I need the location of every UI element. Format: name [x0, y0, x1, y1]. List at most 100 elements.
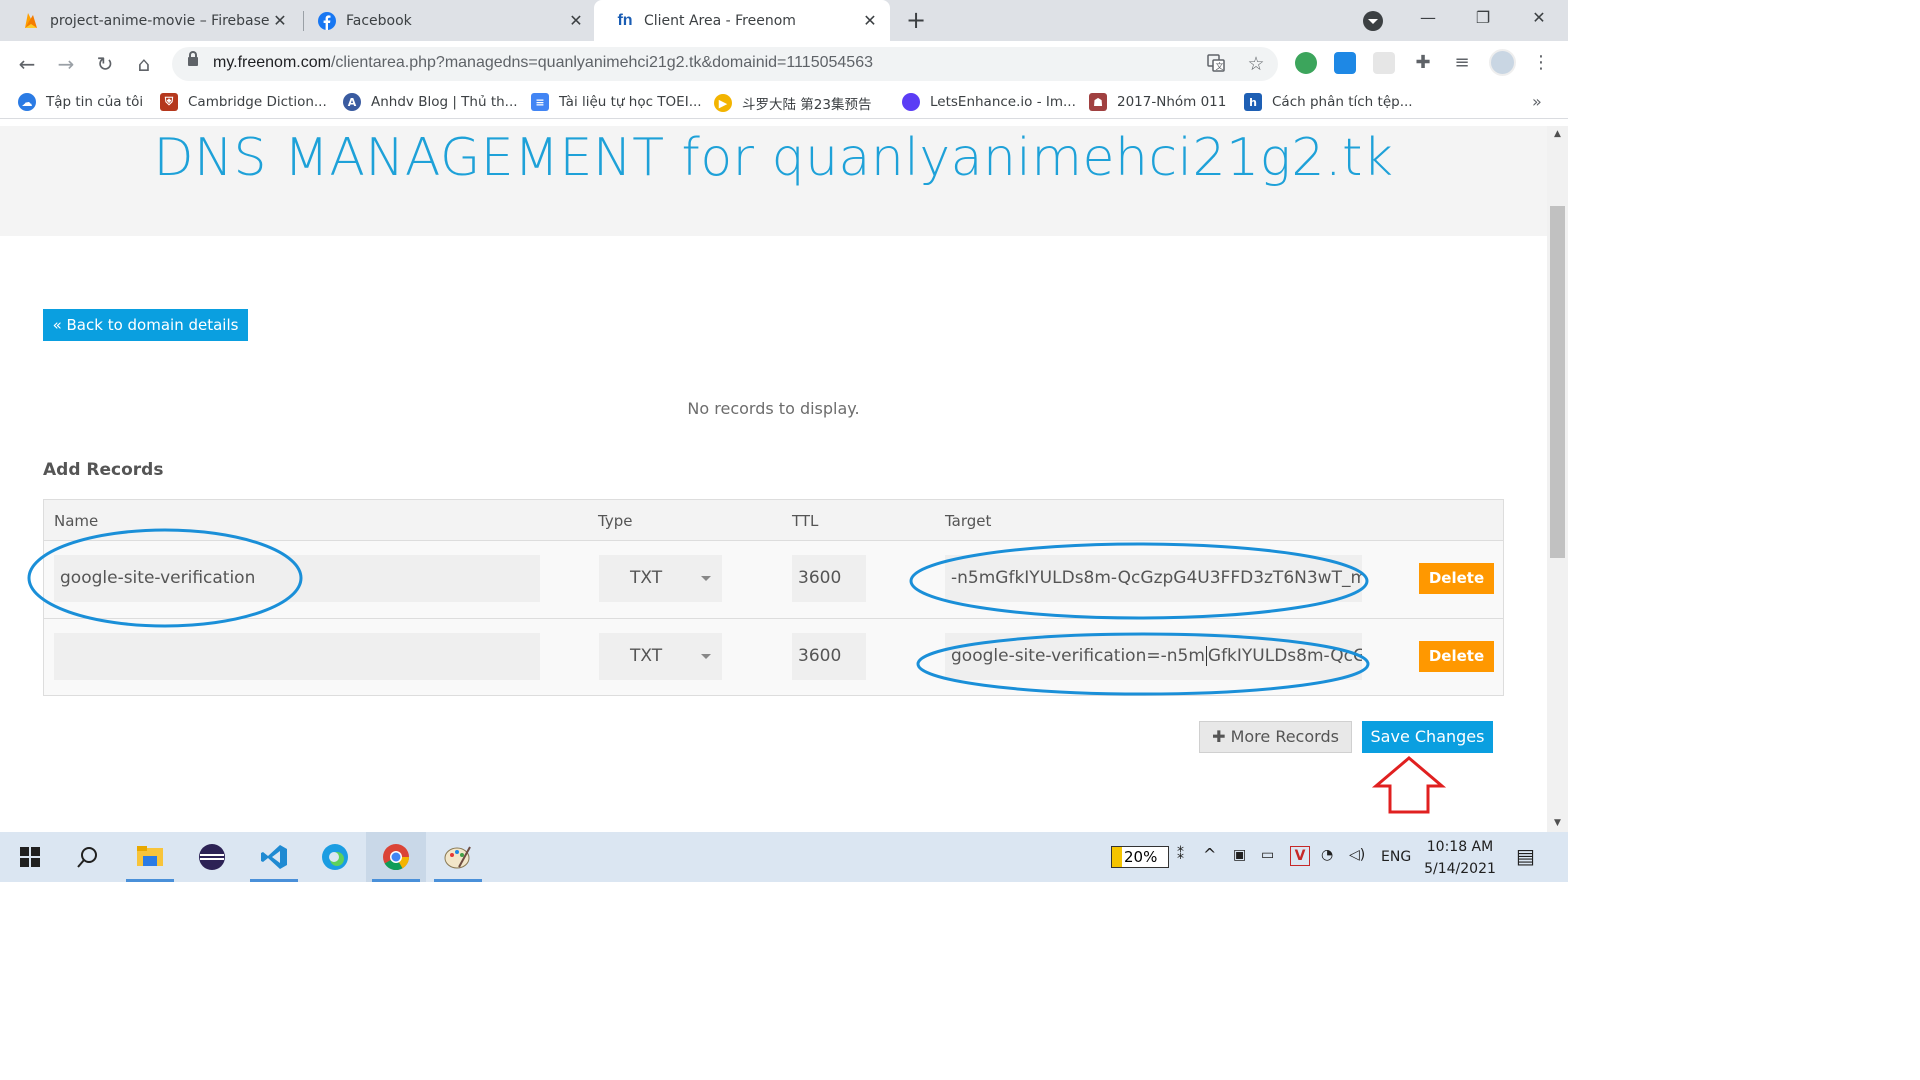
- system-clock[interactable]: 10:18 AM 5/14/2021: [1418, 836, 1502, 880]
- restore-icon[interactable]: ❐: [1471, 8, 1495, 27]
- record-target-input[interactable]: -n5mGfkIYULDs8m-QcGzpG4U3FFD3zT6N3wT_mOI: [945, 555, 1362, 602]
- tray-volume-icon[interactable]: ◁): [1349, 847, 1365, 863]
- tab-facebook[interactable]: Facebook ✕: [296, 0, 596, 41]
- tray-meet-icon[interactable]: ▣: [1233, 847, 1246, 863]
- cambridge-shield-icon: ⛨: [160, 93, 178, 111]
- tray-wifi-icon[interactable]: ◔: [1321, 847, 1333, 863]
- more-records-button[interactable]: ✚ More Records: [1199, 721, 1352, 753]
- scroll-up-icon[interactable]: ▲: [1547, 126, 1568, 143]
- tray-network-activity-icon[interactable]: ⁑: [1177, 847, 1184, 863]
- bookmark-item[interactable]: h Cách phân tích tệp...: [1244, 93, 1413, 111]
- notification-center-icon[interactable]: ▤: [1516, 844, 1535, 868]
- bookmark-item[interactable]: LetsEnhance.io - Im...: [902, 93, 1076, 111]
- translate-icon[interactable]: 文: [1206, 54, 1226, 74]
- address-bar[interactable]: my.freenom.com/clientarea.php?managedns=…: [172, 47, 1278, 81]
- scroll-down-icon[interactable]: ▼: [1547, 815, 1568, 832]
- bookmark-item[interactable]: ⛨ Cambridge Diction...: [160, 93, 327, 111]
- record-type-select[interactable]: TXT: [599, 555, 722, 602]
- battery-indicator[interactable]: 20%: [1111, 846, 1169, 868]
- close-icon[interactable]: ✕: [272, 11, 288, 30]
- target-text-before-cursor: google-site-verification=-n5m: [951, 646, 1205, 666]
- bookmark-label: Tài liệu tự học TOEI...: [559, 94, 702, 110]
- target-text-after-cursor: GfkIYULDs8m-QcGzpG: [1207, 646, 1362, 666]
- extension-grey-icon[interactable]: [1373, 52, 1395, 74]
- bookmark-label: Cambridge Diction...: [188, 94, 327, 110]
- windows-taskbar: ⁑ ^ ▣ ▭ V ◔ ◁) ENG ▤: [0, 832, 1568, 882]
- clock-time: 10:18 AM: [1426, 839, 1494, 855]
- freenom-icon: fn: [617, 11, 633, 29]
- page-viewport: DNS MANAGEMENT for quanlyanimehci21g2.tk…: [0, 126, 1547, 832]
- eclipse-icon[interactable]: [182, 832, 242, 882]
- column-header-type: Type: [598, 512, 633, 530]
- clock-date: 5/14/2021: [1424, 861, 1496, 877]
- firebase-icon: [22, 12, 40, 30]
- reload-icon[interactable]: ↻: [92, 51, 118, 77]
- paint-icon[interactable]: [428, 832, 488, 882]
- search-icon[interactable]: [58, 832, 118, 882]
- media-control-icon[interactable]: ≡: [1451, 52, 1473, 74]
- scrollbar-thumb[interactable]: [1550, 206, 1565, 558]
- new-tab-button[interactable]: +: [902, 7, 930, 35]
- bookmark-item[interactable]: ≡ Tài liệu tự học TOEI...: [531, 93, 702, 111]
- tab-freenom[interactable]: fn Client Area - Freenom ✕: [594, 0, 890, 41]
- record-name-input[interactable]: google-site-verification: [54, 555, 540, 602]
- tray-battery-icon[interactable]: ▭: [1261, 847, 1274, 863]
- vscode-icon[interactable]: [244, 832, 304, 882]
- chrome-icon[interactable]: [366, 832, 426, 882]
- windows-start-icon[interactable]: [0, 832, 60, 882]
- tray-vietkey-icon[interactable]: V: [1290, 846, 1310, 866]
- delete-record-button[interactable]: Delete: [1419, 641, 1494, 672]
- tray-chevron-up-icon[interactable]: ^: [1203, 845, 1216, 864]
- text-cursor: [1205, 646, 1207, 666]
- back-to-domain-details-button[interactable]: « Back to domain details: [43, 309, 248, 341]
- record-name-input[interactable]: [54, 633, 540, 680]
- tray-language[interactable]: ENG: [1381, 849, 1411, 865]
- extensions-puzzle-icon[interactable]: ✚: [1412, 52, 1434, 74]
- forward-arrow-icon[interactable]: →: [53, 51, 79, 77]
- bookmark-label: 2017-Nhóm 011: [1117, 94, 1227, 110]
- bookmark-label: 斗罗大陆 第23集预告: [742, 97, 872, 113]
- minimize-icon[interactable]: —: [1416, 8, 1440, 27]
- column-header-target: Target: [945, 512, 992, 530]
- extension-green-icon[interactable]: [1295, 52, 1317, 74]
- cloud-icon: ☁: [18, 93, 36, 111]
- table-header: Name Type TTL Target: [44, 500, 1503, 541]
- bookmarks-overflow-icon[interactable]: »: [1532, 92, 1542, 111]
- menu-kebab-icon[interactable]: ⋮: [1530, 52, 1552, 74]
- tab-search-icon[interactable]: [1363, 11, 1383, 31]
- column-header-name: Name: [54, 512, 99, 530]
- page-title: DNS MANAGEMENT for quanlyanimehci21g2.tk: [153, 128, 1394, 188]
- bookmark-item[interactable]: A Anhdv Blog | Thủ th...: [343, 93, 518, 111]
- extension-drop-icon[interactable]: [1334, 52, 1356, 74]
- page-scrollbar[interactable]: ▲ ▼: [1547, 126, 1568, 832]
- close-icon[interactable]: ✕: [568, 11, 584, 30]
- tab-firebase[interactable]: project-anime-movie – Firebase c ✕: [0, 0, 300, 41]
- bookmark-star-icon[interactable]: ☆: [1246, 54, 1266, 74]
- url-text[interactable]: my.freenom.com/clientarea.php?managedns=…: [213, 54, 873, 72]
- edge-icon[interactable]: [305, 832, 365, 882]
- bookmark-label: LetsEnhance.io - Im...: [930, 94, 1076, 110]
- tab-strip: project-anime-movie – Firebase c ✕ Faceb…: [0, 0, 1568, 41]
- back-arrow-icon[interactable]: ←: [14, 51, 40, 77]
- delete-record-button[interactable]: Delete: [1419, 563, 1494, 594]
- record-type-select[interactable]: TXT: [599, 633, 722, 680]
- record-target-input[interactable]: google-site-verification=-n5m GfkIYULDs8m…: [945, 633, 1362, 680]
- home-icon[interactable]: ⌂: [131, 51, 157, 77]
- bookmark-item[interactable]: ☁ Tập tin của tôi: [18, 93, 143, 111]
- bookmark-item[interactable]: ☗ 2017-Nhóm 011: [1089, 93, 1226, 111]
- tab-title: Facebook: [346, 12, 412, 29]
- table-row: TXT 3600 google-site-verification=-n5m Gf…: [44, 618, 1503, 695]
- close-window-icon[interactable]: ✕: [1527, 8, 1551, 27]
- page-header-band: DNS MANAGEMENT for quanlyanimehci21g2.tk: [0, 126, 1547, 236]
- close-icon[interactable]: ✕: [862, 11, 878, 30]
- save-changes-button[interactable]: Save Changes: [1362, 721, 1493, 753]
- add-records-heading: Add Records: [43, 460, 164, 480]
- bookmark-item[interactable]: ▶ 斗罗大陆 第23集预告: [714, 93, 871, 113]
- more-records-label: More Records: [1230, 727, 1339, 746]
- record-ttl-input[interactable]: 3600: [792, 555, 866, 602]
- record-ttl-input[interactable]: 3600: [792, 633, 866, 680]
- table-row: google-site-verification TXT 3600 -n5mGf…: [44, 541, 1503, 618]
- facebook-icon: [318, 11, 336, 30]
- profile-avatar[interactable]: [1489, 49, 1516, 76]
- file-explorer-icon[interactable]: [120, 832, 180, 882]
